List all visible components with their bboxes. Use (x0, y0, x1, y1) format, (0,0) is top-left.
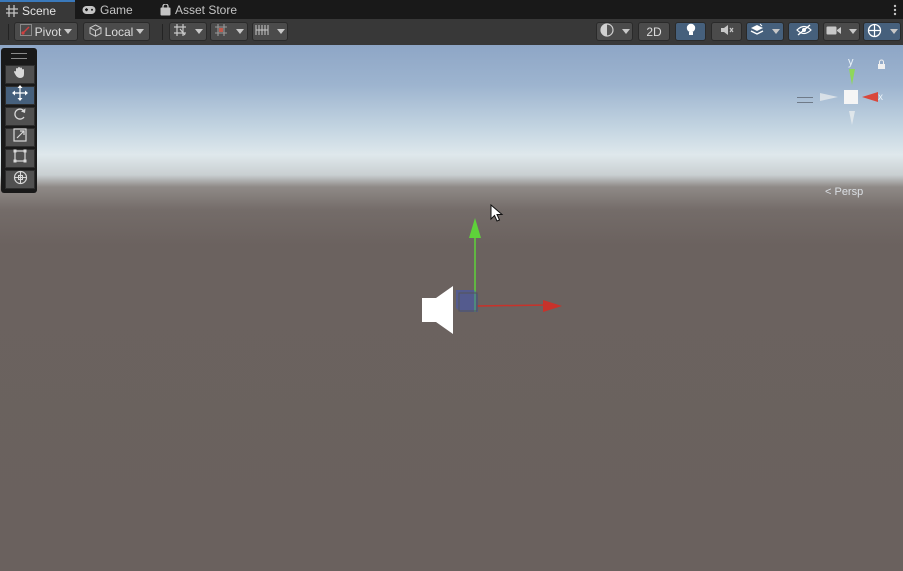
pivot-icon (19, 24, 32, 39)
increment-snap-icon (214, 23, 228, 40)
chevron-down-icon[interactable] (889, 29, 898, 34)
effects-icon (750, 23, 764, 40)
lighting-icon (686, 23, 696, 40)
tab-label: Game (100, 2, 133, 17)
chevron-down-icon (64, 29, 73, 34)
palette-drag-handle[interactable] (11, 53, 27, 59)
mode-2d-label: 2D (646, 24, 662, 39)
x-axis-arrow[interactable] (543, 300, 562, 312)
tab-label: Asset Store (175, 2, 238, 17)
chevron-down-icon[interactable] (772, 29, 781, 34)
rotate-tool-button[interactable] (5, 107, 35, 126)
grid-visibility-icon (255, 24, 269, 39)
toolbar-divider (162, 24, 163, 40)
tab-bar: Scene Game Asset Store (0, 0, 903, 19)
gamepad-icon (82, 5, 96, 15)
scene-toolbar: Pivot Local 2D (0, 19, 903, 46)
local-label: Local (104, 24, 134, 39)
move-tool-button[interactable] (5, 85, 35, 106)
local-dropdown[interactable]: Local (83, 22, 150, 41)
orientation-gizmo[interactable]: y x (812, 55, 892, 135)
pivot-dropdown[interactable]: Pivot (14, 22, 78, 41)
hand-tool-button[interactable] (5, 65, 35, 84)
lighting-toggle[interactable] (675, 22, 706, 41)
chevron-down-icon[interactable] (236, 29, 245, 34)
transform-tool-button[interactable] (5, 170, 35, 189)
grid-visibility-button[interactable] (252, 22, 288, 41)
grid-snap-icon (173, 23, 187, 40)
mode-2d-button[interactable]: 2D (638, 22, 670, 41)
tab-scene[interactable]: Scene (0, 0, 75, 19)
chevron-down-icon (136, 29, 145, 34)
hidden-objects-icon (795, 24, 812, 39)
audio-mute-icon (720, 24, 734, 39)
chevron-down-icon[interactable] (195, 29, 204, 34)
audio-source-icon[interactable] (422, 286, 453, 334)
gizmo-center-cube[interactable] (844, 90, 858, 104)
x-axis-label: x (878, 92, 883, 103)
scene-viewport[interactable]: y x < Persp (0, 45, 903, 571)
camera-settings-button[interactable] (823, 22, 860, 41)
scale-icon (13, 128, 27, 147)
increment-snap-button[interactable] (210, 22, 248, 41)
shading-mode-icon (599, 23, 614, 40)
pivot-label: Pivot (34, 24, 62, 39)
lock-icon[interactable] (878, 59, 885, 69)
rect-transform-icon (13, 149, 27, 168)
projection-label[interactable]: < Persp (825, 186, 863, 198)
shopping-bag-icon (160, 3, 171, 16)
chevron-down-icon[interactable] (621, 29, 630, 34)
x-axis-handle[interactable] (476, 304, 549, 307)
tab-asset-store[interactable]: Asset Store (160, 0, 237, 19)
local-cube-icon (89, 23, 102, 40)
hidden-objects-toggle[interactable] (788, 22, 819, 41)
audio-mute-toggle[interactable] (711, 22, 742, 41)
move-arrows-icon (12, 85, 28, 106)
more-options-icon[interactable] (893, 3, 897, 16)
hand-icon (13, 65, 27, 84)
effects-button[interactable] (746, 22, 784, 41)
scale-tool-button[interactable] (5, 128, 35, 147)
rect-tool-button[interactable] (5, 149, 35, 168)
gizmos-button[interactable] (863, 22, 901, 41)
move-gizmo[interactable] (410, 210, 610, 350)
toolbar-divider (8, 24, 9, 40)
chevron-down-icon[interactable] (849, 29, 857, 34)
neg-x-axis-cone[interactable] (820, 93, 838, 101)
shading-mode-button[interactable] (596, 22, 633, 41)
grid-icon (6, 4, 18, 17)
mouse-cursor-icon (490, 204, 504, 222)
tab-game[interactable]: Game (82, 0, 133, 19)
tool-palette (1, 48, 37, 193)
y-axis-cone[interactable] (849, 69, 855, 85)
gizmos-icon (867, 23, 882, 41)
tab-label: Scene (22, 3, 57, 18)
y-axis-label: y (848, 56, 854, 68)
chevron-down-icon[interactable] (276, 29, 285, 34)
transform-combined-icon (13, 170, 28, 190)
grid-snap-button[interactable] (169, 22, 207, 41)
x-axis-cone[interactable] (862, 92, 878, 102)
neg-y-axis-cone[interactable] (849, 111, 855, 125)
overlay-drag-handle[interactable] (797, 97, 813, 103)
rotate-icon (13, 107, 27, 126)
camera-icon (826, 25, 842, 39)
y-axis-arrow[interactable] (469, 218, 481, 238)
